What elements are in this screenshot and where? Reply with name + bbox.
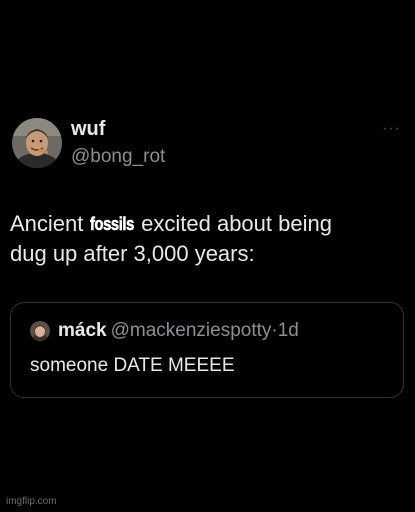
author-avatar[interactable] [12,118,62,168]
quoted-tweet-header: máck @mackenziespotty·1d [58,320,299,342]
tweet-text: Ancient fossils excited about being dug … [10,209,405,269]
quoted-tweet-text: someone DATE MEEEE [30,355,235,376]
quoted-author-display-name[interactable]: máck [58,320,107,341]
tweet-text-line-1: Ancient fossils excited about being [10,209,405,239]
profile-photo-icon [30,321,50,341]
quoted-tweet-card[interactable]: máck @mackenziespotty·1d someone DATE MEE… [10,302,404,398]
tweet: wuf @bong_rot ··· Ancient fossils excite… [0,0,415,512]
more-options-icon[interactable]: ··· [382,120,401,138]
quoted-author-handle[interactable]: @mackenziespotty [111,320,272,341]
tweet-text-start: Ancient [10,211,90,236]
quoted-author-avatar[interactable] [30,321,50,341]
author-handle[interactable]: @bong_rot [71,146,165,168]
overlay-caption-word: fossils [89,214,134,235]
tweet-text-line-2: dug up after 3,000 years: [10,241,255,266]
watermark: imgflip.com [6,496,57,507]
author-display-name[interactable]: wuf [71,118,105,141]
quoted-tweet-timestamp[interactable]: 1d [278,320,299,341]
tweet-text-rest: excited about being [135,211,332,236]
profile-photo-icon [12,118,62,168]
